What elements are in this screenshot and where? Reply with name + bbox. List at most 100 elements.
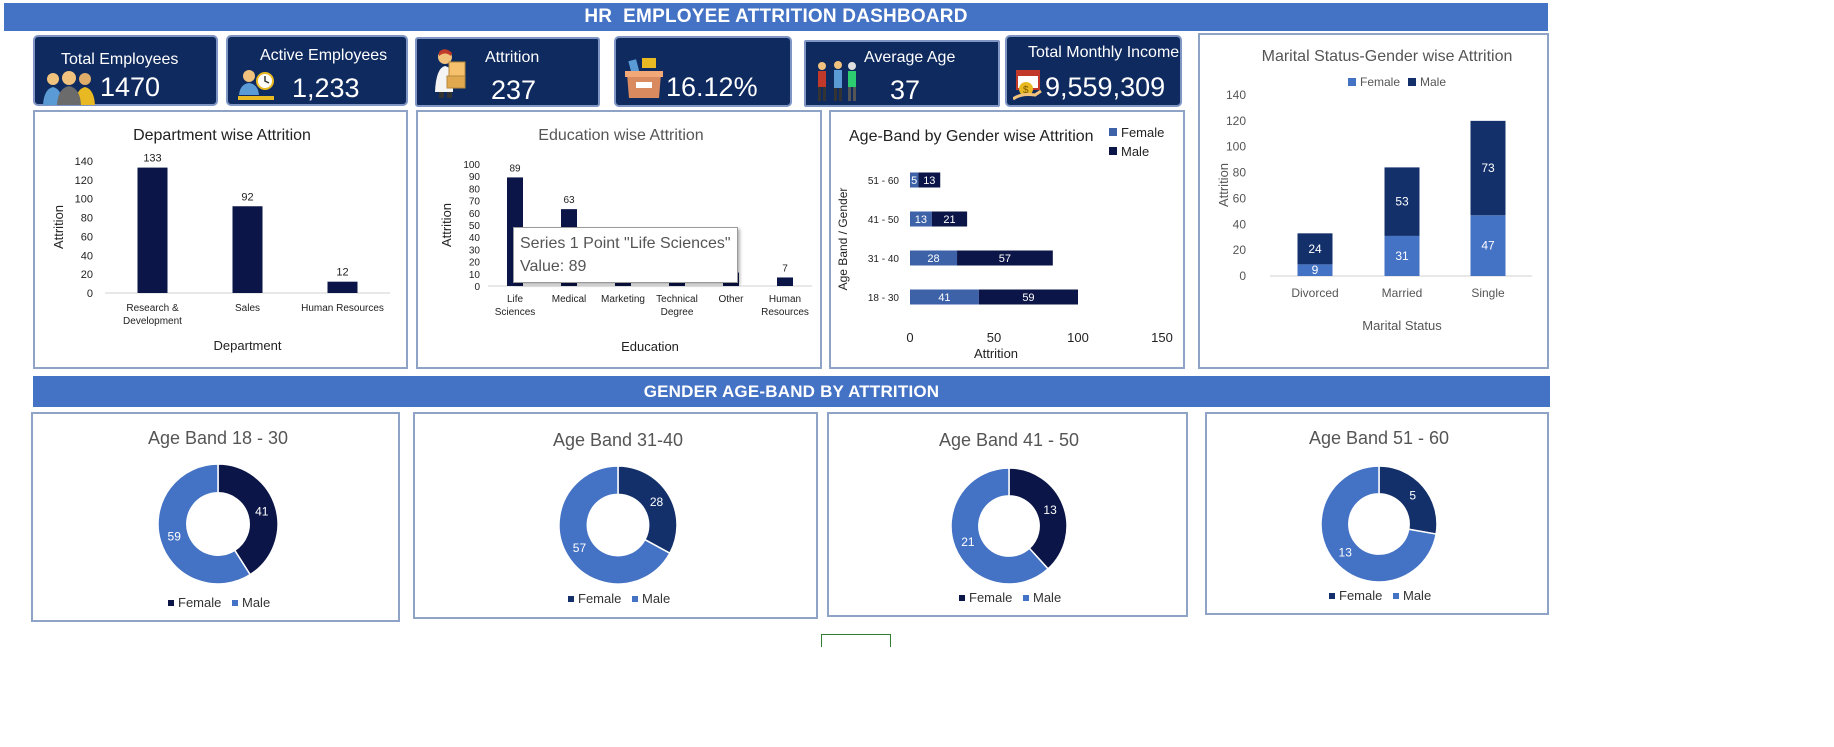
donut-panel-31-40: Age Band 31-40 28 57 Female Male bbox=[413, 412, 818, 619]
x-tick-label: Human Resources bbox=[301, 303, 384, 314]
data-label: 73 bbox=[1481, 161, 1495, 175]
y-tick-label: 120 bbox=[1226, 114, 1246, 128]
y-axis-label: Attrition bbox=[51, 205, 66, 249]
legend-swatch bbox=[1329, 593, 1335, 599]
legend-swatch bbox=[1023, 595, 1029, 601]
chart-title: Marital Status-Gender wise Attrition bbox=[1262, 48, 1513, 65]
y-tick-label: 40 bbox=[1233, 217, 1247, 231]
y-axis-label: Age Band / Gender bbox=[836, 188, 850, 291]
legend-label: Female bbox=[969, 590, 1012, 605]
y-tick-label: 80 bbox=[81, 213, 93, 225]
y-tick-label: 40 bbox=[81, 250, 93, 262]
x-tick-label: Development bbox=[123, 316, 182, 327]
office-box-icon bbox=[624, 56, 664, 105]
legend-label: Male bbox=[1420, 75, 1446, 89]
kpi-average-age-label: Average Age bbox=[864, 49, 956, 66]
x-tick-label: Married bbox=[1382, 286, 1423, 300]
chart-title: Age Band 51 - 60 bbox=[1309, 428, 1449, 448]
legend-label: Female bbox=[1360, 75, 1400, 89]
data-label: 13 bbox=[915, 214, 927, 226]
chart-title: Department wise Attrition bbox=[133, 127, 311, 144]
legend-swatch bbox=[632, 596, 638, 602]
donut-chart-51-60: Age Band 51 - 60 5 13 Female Male bbox=[1309, 428, 1449, 603]
y-tick-label: 100 bbox=[75, 194, 93, 206]
data-label: 24 bbox=[1308, 242, 1322, 256]
chart-title: Age Band 31-40 bbox=[553, 430, 683, 450]
kpi-active-employees-value: 1,233 bbox=[292, 73, 360, 103]
donut-slice bbox=[617, 465, 678, 555]
y-tick-label: 51 - 60 bbox=[868, 176, 900, 187]
legend-label: Female bbox=[178, 595, 221, 610]
x-tick-label: Single bbox=[1471, 286, 1505, 300]
data-label: 13 bbox=[1339, 545, 1353, 559]
y-tick-label: 60 bbox=[1233, 191, 1247, 205]
legend-swatch bbox=[959, 595, 965, 601]
y-tick-label: 100 bbox=[463, 160, 480, 171]
data-label: 59 bbox=[168, 530, 182, 544]
kpi-total-employees: Total Employees 1470 bbox=[33, 35, 218, 106]
tooltip-value: Value: 89 bbox=[520, 258, 587, 275]
data-label: 133 bbox=[143, 153, 161, 165]
department-attrition-chart: Department wise Attrition 0 20 40 60 80 100 120… bbox=[51, 127, 390, 353]
legend-swatch bbox=[1109, 128, 1117, 136]
bar bbox=[137, 167, 168, 293]
donut-panel-51-60: Age Band 51 - 60 5 13 Female Male bbox=[1205, 412, 1549, 615]
person-leaving-box-icon bbox=[431, 48, 471, 103]
bar bbox=[232, 206, 263, 293]
y-tick-label: 31 - 40 bbox=[868, 254, 900, 265]
kpi-attrition-rate: 16.12% bbox=[614, 36, 792, 107]
people-group-icon bbox=[41, 69, 97, 110]
x-tick-label: Sales bbox=[235, 303, 260, 314]
y-axis-label: Attrition bbox=[1216, 163, 1231, 207]
data-label: 57 bbox=[999, 253, 1011, 265]
legend-label: Male bbox=[642, 591, 670, 606]
kpi-attrition-label: Attrition bbox=[485, 49, 540, 66]
marital-gender-attrition-chart: Marital Status-Gender wise Attrition Fema… bbox=[1216, 48, 1532, 333]
y-tick-label: 70 bbox=[469, 197, 481, 208]
legend-swatch bbox=[1408, 78, 1416, 86]
donut-panel-18-30: Age Band 18 - 30 41 59 Female Male bbox=[31, 412, 400, 622]
data-label: 5 bbox=[1409, 489, 1416, 503]
x-tick-label: 150 bbox=[1151, 330, 1173, 345]
kpi-active-employees: Active Employees 1,233 bbox=[226, 35, 408, 106]
gender-ageband-banner: GENDER AGE-BAND BY ATTRITION bbox=[33, 376, 1550, 407]
data-label: 5 bbox=[911, 175, 917, 187]
y-tick-label: 0 bbox=[474, 282, 480, 293]
chart-title: Age Band 41 - 50 bbox=[939, 430, 1079, 450]
sheet-tab[interactable] bbox=[821, 634, 891, 647]
employee-clock-icon bbox=[238, 67, 276, 106]
data-label: 41 bbox=[938, 292, 950, 304]
data-label: 7 bbox=[782, 263, 788, 274]
data-label: 12 bbox=[336, 267, 348, 279]
legend-label: Male bbox=[242, 595, 270, 610]
x-axis-label: Education bbox=[621, 339, 679, 354]
kpi-attrition: Attrition 237 bbox=[415, 37, 600, 107]
tooltip-series-point: Series 1 Point "Life Sciences" bbox=[520, 235, 731, 252]
data-label: 31 bbox=[1395, 249, 1409, 263]
x-tick-label: 100 bbox=[1067, 330, 1089, 345]
data-label: 28 bbox=[650, 495, 664, 509]
x-axis-label: Department bbox=[214, 338, 282, 353]
y-tick-label: 40 bbox=[469, 233, 481, 244]
money-calendar-icon: $ bbox=[1012, 69, 1043, 106]
x-tick-label: Research & bbox=[126, 303, 179, 314]
legend-swatch bbox=[1348, 78, 1356, 86]
legend-swatch bbox=[1393, 593, 1399, 599]
data-label: 53 bbox=[1395, 195, 1409, 209]
ageband-gender-attrition-panel: Age-Band by Gender wise Attrition Female M… bbox=[829, 110, 1185, 369]
kpi-total-monthly-income: Total Monthly Income 9,559,309 $ bbox=[1005, 35, 1182, 107]
kpi-attrition-value: 237 bbox=[491, 75, 537, 105]
y-tick-label: 0 bbox=[1239, 269, 1246, 283]
kpi-total-monthly-income-label: Total Monthly Income bbox=[1028, 44, 1180, 61]
chart-title: Age Band 18 - 30 bbox=[148, 428, 288, 448]
y-tick-label: 20 bbox=[81, 269, 93, 281]
legend-label: Female bbox=[1339, 588, 1382, 603]
y-tick-label: 0 bbox=[87, 288, 93, 300]
y-tick-label: 120 bbox=[75, 175, 93, 187]
y-tick-label: 80 bbox=[1233, 166, 1247, 180]
chart-tooltip: Series 1 Point "Life Sciences" Value: 89 bbox=[513, 227, 738, 283]
chart-title: Education wise Attrition bbox=[538, 127, 703, 144]
x-tick-label: Other bbox=[718, 294, 744, 305]
y-tick-label: 20 bbox=[1233, 243, 1247, 257]
chart-title: Age-Band by Gender wise Attrition bbox=[849, 128, 1094, 145]
